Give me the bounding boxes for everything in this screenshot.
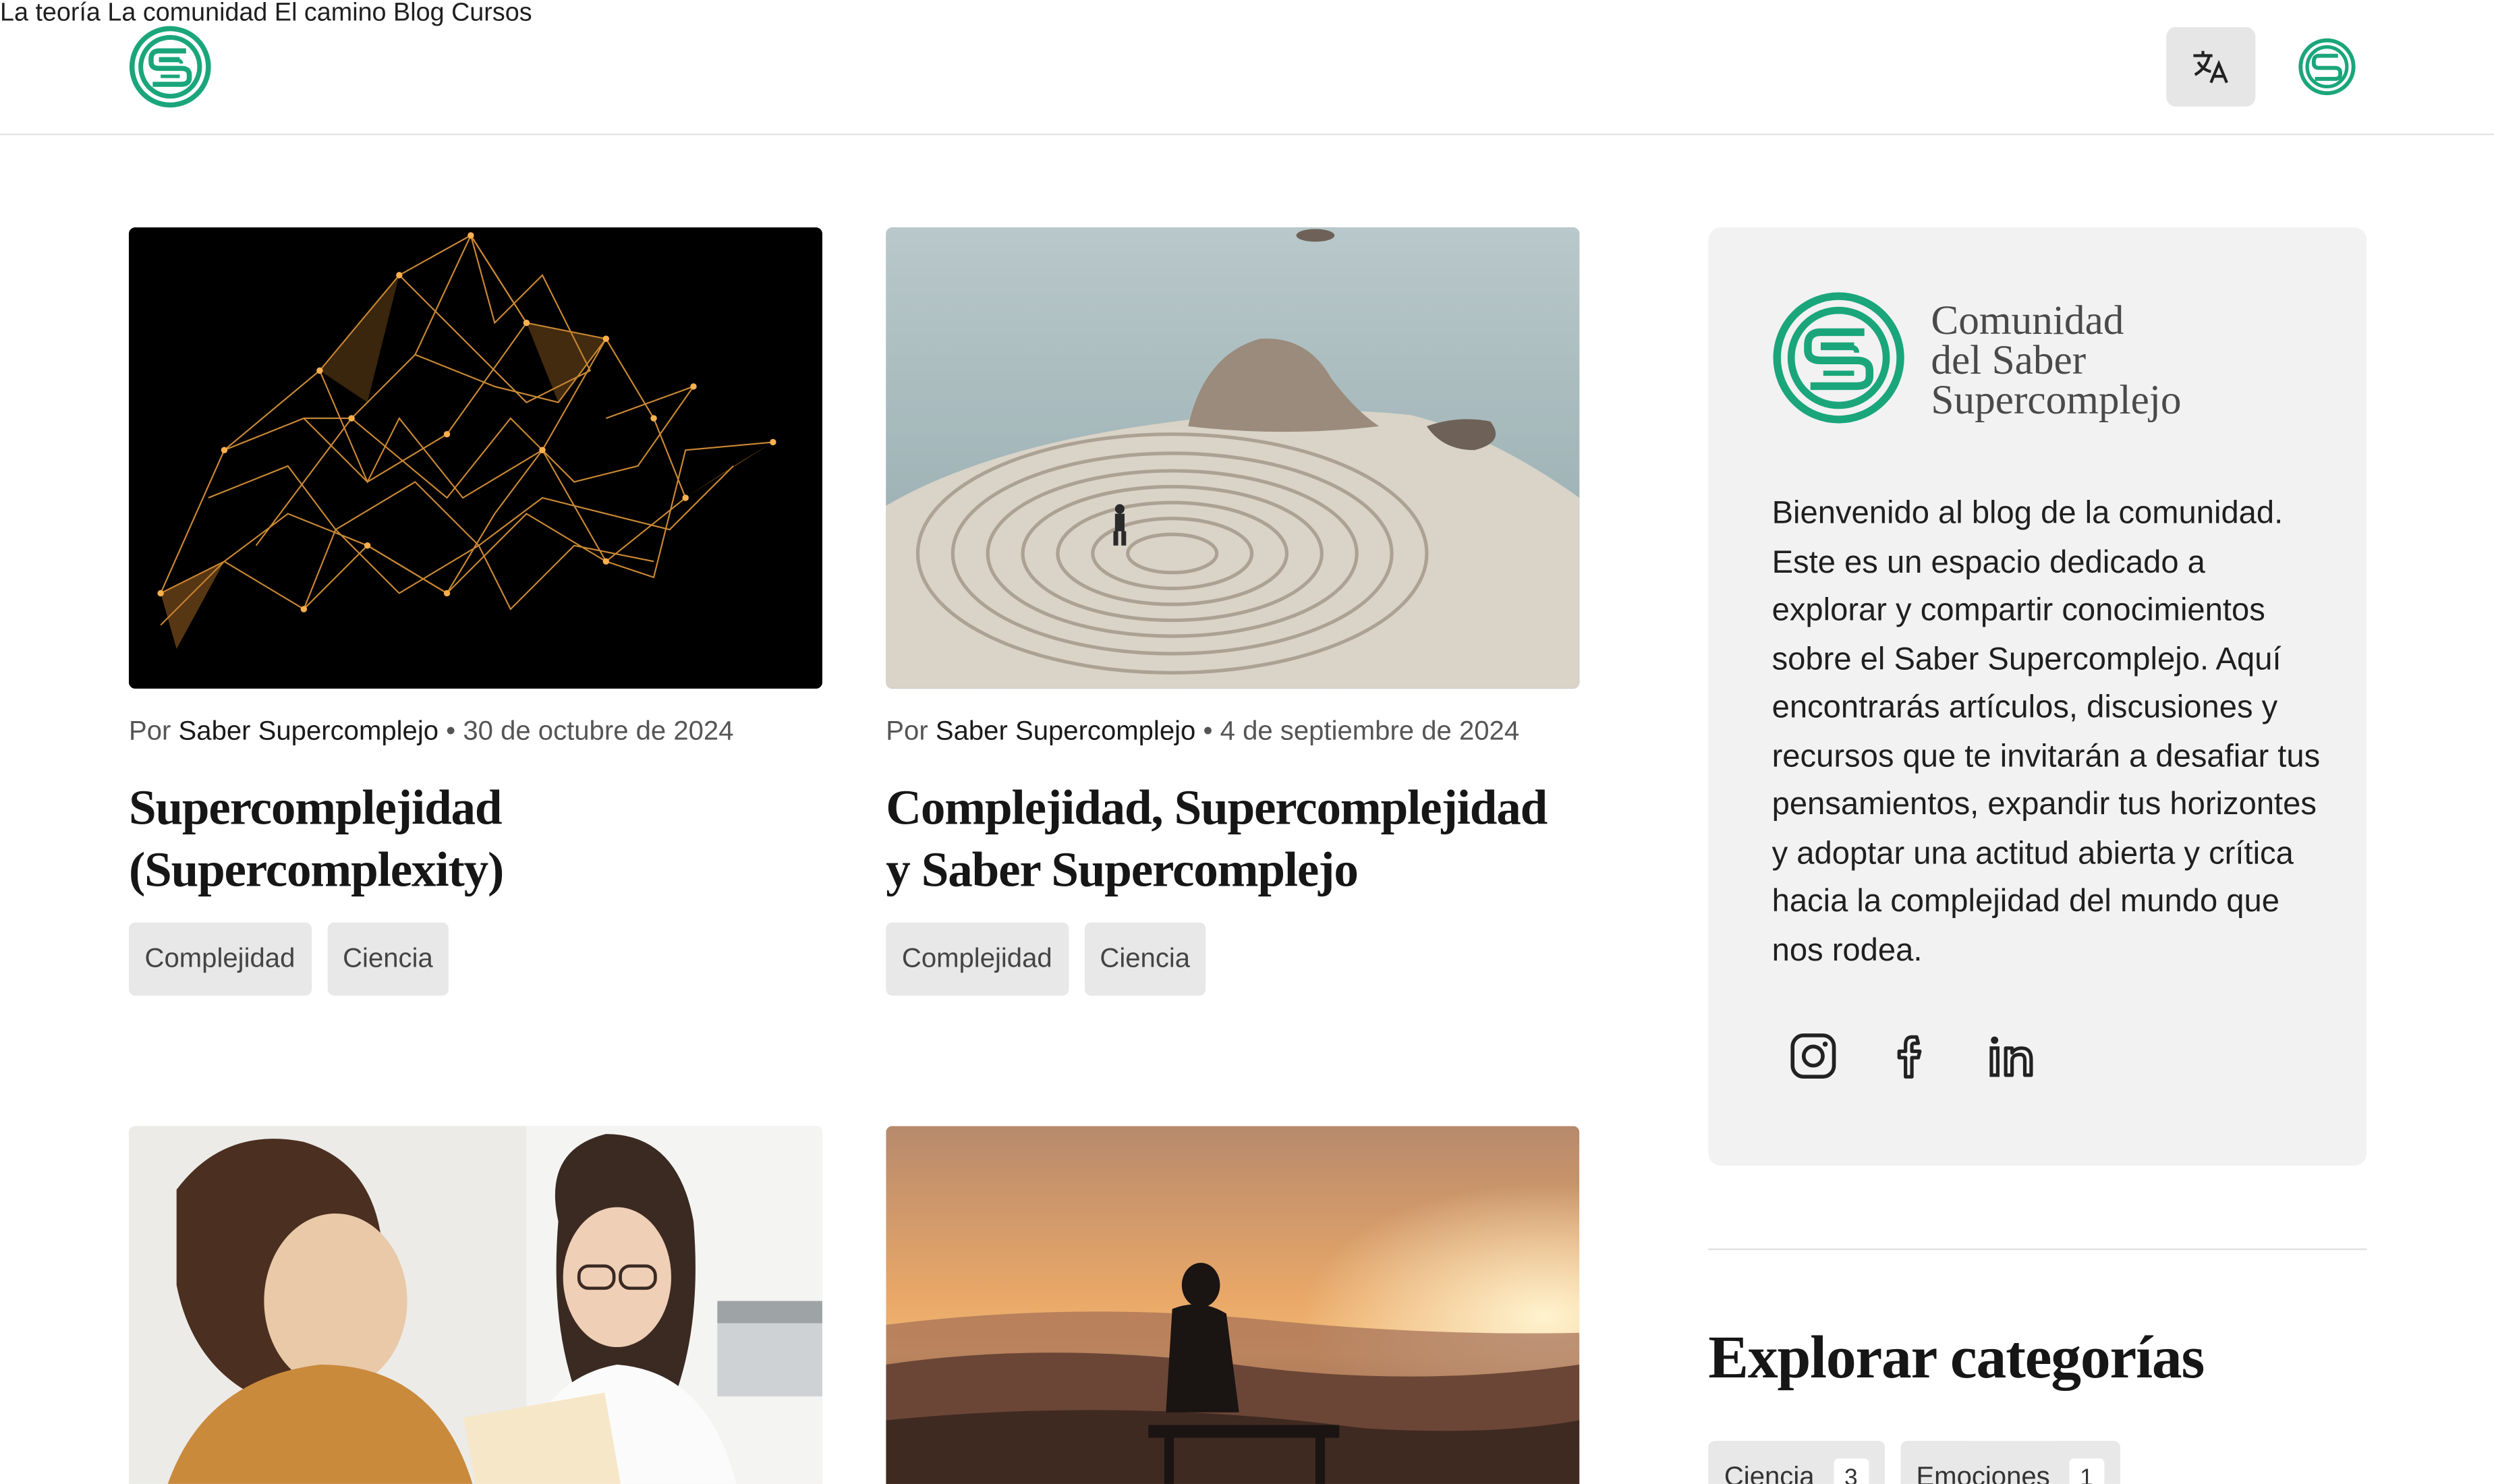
brand-name-line: Comunidad (1931, 297, 2124, 344)
category-name: Ciencia (1724, 1461, 1815, 1484)
category-chip-emociones[interactable]: Emociones 1 (1900, 1441, 2120, 1484)
tag-complejidad[interactable]: Complejidad (886, 922, 1069, 996)
post-title-line: Supercomplejidad (128, 779, 503, 835)
post-thumbnail-classroom[interactable] (128, 1126, 822, 1484)
translate-icon (2193, 51, 2228, 84)
user-avatar-logo[interactable] (2298, 38, 2356, 96)
linkedin-icon[interactable] (1985, 1031, 2036, 1081)
instagram-icon[interactable] (1788, 1031, 1838, 1081)
category-count: 3 (1833, 1458, 1869, 1484)
language-button[interactable] (2166, 27, 2256, 107)
category-name: Emociones (1916, 1461, 2050, 1484)
tag-ciencia[interactable]: Ciencia (327, 922, 449, 996)
post-meta-by: Por (886, 716, 928, 746)
post-meta: Por Saber Supercomplejo • 30 de octubre … (129, 716, 734, 747)
post-tags: Complejidad Ciencia (128, 922, 449, 996)
nav-cursos[interactable]: Cursos (451, 0, 532, 27)
categories-heading: Explorar categorías (1708, 1325, 2205, 1392)
post-tags: Complejidad Ciencia (886, 922, 1206, 996)
site-logo[interactable] (129, 26, 212, 109)
tag-complejidad[interactable]: Complejidad (128, 922, 311, 996)
brand-name-line: del Saber (1931, 337, 2087, 384)
post-author[interactable]: Saber Supercomplejo (179, 716, 438, 746)
nav-la-comunidad[interactable]: La comunidad (107, 0, 267, 27)
page: La teoría La comunidad El camino Blog Cu… (0, 0, 2494, 1484)
post-date: • 4 de septiembre de 2024 (1203, 716, 1520, 746)
sidebar-divider (1708, 1248, 2367, 1251)
post-author[interactable]: Saber Supercomplejo (936, 716, 1195, 746)
post-thumbnail-sunset[interactable] (886, 1126, 1580, 1484)
category-list: Ciencia 3 Emociones 1 (1708, 1441, 2120, 1484)
brand-name: Comunidad del Saber Supercomplejo (1931, 297, 2313, 424)
post-meta-by: Por (128, 716, 171, 746)
nav-la-teoria[interactable]: La teoría (0, 0, 101, 27)
post-title[interactable]: Supercomplejidad (Supercomplexity) (129, 776, 822, 901)
brand-name-line: Supercomplejo (1931, 376, 2182, 424)
social-links (1788, 1031, 2036, 1081)
post-date: • 30 de octubre de 2024 (446, 716, 734, 746)
post-title[interactable]: Complejidad, Supercomplejidad y Saber Su… (886, 776, 1579, 901)
facebook-icon[interactable] (1886, 1031, 1937, 1081)
nav-blog[interactable]: Blog (393, 0, 445, 27)
tag-ciencia[interactable]: Ciencia (1083, 922, 1206, 996)
nav-el-camino[interactable]: El camino (275, 0, 387, 27)
post-title-line: y Saber Supercomplejo (886, 841, 1359, 897)
post-title-line: Complejidad, Supercomplejidad (886, 779, 1548, 835)
blog-intro-text: Bienvenido al blog de la comunidad. Este… (1772, 496, 2321, 968)
post-meta: Por Saber Supercomplejo • 4 de septiembr… (886, 716, 1519, 747)
post-thumbnail-labyrinth[interactable] (886, 227, 1580, 689)
category-chip-ciencia[interactable]: Ciencia 3 (1708, 1441, 1885, 1484)
post-title-line: (Supercomplexity) (128, 841, 504, 897)
sidebar-about: Comunidad del Saber Supercomplejo Bienve… (1708, 227, 2367, 1166)
category-count: 1 (2069, 1458, 2104, 1484)
post-thumbnail-network[interactable] (128, 227, 822, 689)
top-header: La teoría La comunidad El camino Blog Cu… (0, 0, 2494, 136)
brand-logo (1773, 292, 1904, 424)
